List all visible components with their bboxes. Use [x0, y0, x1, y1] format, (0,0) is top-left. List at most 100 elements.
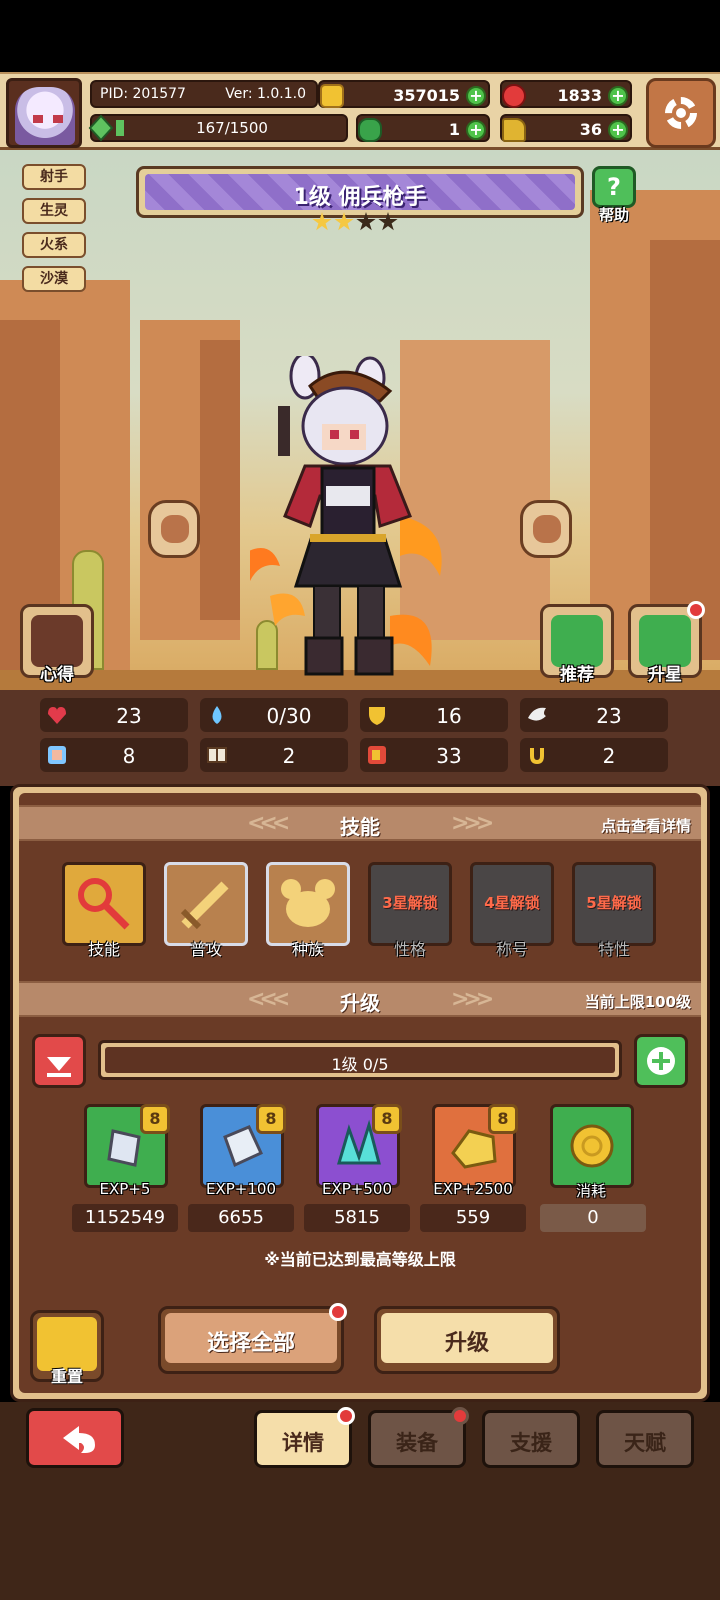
stat-move: 33 — [360, 738, 508, 772]
hero-star-rating — [310, 212, 410, 236]
prev-hero-button[interactable] — [148, 500, 200, 558]
pid-version-bar: PID: 201577 Ver: 1.0.1.0 — [90, 80, 318, 108]
add-boot-button[interactable]: + — [608, 120, 628, 140]
level-cap-hint: 当前上限100级 — [584, 993, 691, 1011]
stat-magic-value: 2 — [282, 744, 296, 768]
heart-icon — [46, 704, 68, 726]
skill-label: 普攻 — [189, 940, 222, 959]
item-count-badge: 8 — [256, 1104, 286, 1134]
add-clover-button[interactable]: + — [466, 120, 486, 140]
tab-equipment[interactable]: 装备 — [368, 1407, 469, 1468]
back-button[interactable] — [26, 1408, 124, 1468]
item-count-badge: 8 — [488, 1104, 518, 1134]
sword-icon — [164, 862, 248, 946]
hero-name: 1级 佣兵枪手 — [293, 185, 427, 210]
down-arrow-icon — [47, 1057, 71, 1077]
clover-counter: 1 + — [356, 114, 490, 142]
stat-speed-value: 23 — [596, 704, 622, 728]
star-empty-icon — [378, 212, 398, 231]
boot-icon — [502, 118, 526, 142]
skills-hint[interactable]: 点击查看详情 — [601, 815, 691, 836]
stat-magic: 2 — [200, 738, 348, 772]
skill-slot-race[interactable]: 种族 — [264, 862, 352, 959]
exp-item-small[interactable]: 8 EXP+5 — [80, 1104, 170, 1212]
stat-attack-value: 8 — [122, 744, 136, 768]
star-icon — [312, 212, 332, 231]
skill-label: 性格 — [393, 940, 426, 959]
tag-region: 沙漠 — [22, 266, 86, 292]
add-gem-button[interactable]: + — [608, 86, 628, 106]
status-bar — [0, 0, 720, 72]
skill-slot-personality[interactable]: 3星解锁 性格 — [366, 862, 454, 959]
reset-label: 重置 — [50, 1367, 83, 1386]
tab-label: 详情 — [282, 1431, 324, 1455]
stat-defense-value: 16 — [436, 704, 462, 728]
item-label: 消耗 — [575, 1182, 606, 1200]
boot-stat-icon — [366, 744, 388, 766]
skill-slot-basic-attack[interactable]: 普攻 — [162, 862, 250, 959]
item-label: EXP+5 — [99, 1180, 151, 1198]
star-up-label: 升星 — [648, 665, 682, 685]
player-id: PID: 201577 — [100, 86, 186, 102]
upgrade-header: <<< 升级 >>> 当前上限100级 — [19, 981, 701, 1017]
fist-icon — [46, 744, 68, 766]
star-empty-icon — [356, 212, 376, 231]
boot-value: 36 — [579, 120, 602, 139]
tab-label: 支援 — [510, 1431, 552, 1455]
star-up-button[interactable]: 升星 — [628, 601, 705, 685]
tab-details[interactable]: 详情 — [254, 1407, 355, 1468]
upgrade-button[interactable]: 升级 — [374, 1306, 560, 1374]
tab-support[interactable]: 支援 — [482, 1410, 580, 1468]
level-up-plus-button[interactable] — [634, 1034, 688, 1088]
skill-slot-title[interactable]: 4星解锁 称号 — [468, 862, 556, 959]
water-drop-icon — [206, 704, 228, 726]
stat-defense: 16 — [360, 698, 508, 732]
item-label: EXP+2500 — [433, 1180, 513, 1198]
recommend-button[interactable]: 推荐 — [540, 604, 614, 685]
gem-value: 1833 — [557, 86, 602, 105]
notification-dot — [451, 1407, 469, 1425]
help-button[interactable]: ? 帮助 — [588, 166, 640, 224]
stat-hp: 23 — [40, 698, 188, 732]
back-arrow-icon — [63, 1426, 95, 1453]
star-icon — [334, 212, 354, 231]
skill-slot-skill[interactable]: 技能 — [60, 862, 148, 959]
next-hero-button[interactable] — [520, 500, 572, 558]
add-gold-button[interactable]: + — [466, 86, 486, 106]
stat-speed: 23 — [520, 698, 668, 732]
level-down-button[interactable] — [32, 1034, 86, 1088]
tab-talent[interactable]: 天赋 — [596, 1410, 694, 1468]
stat-attack: 8 — [40, 738, 188, 772]
left-arrow-icon — [161, 515, 189, 543]
item-count: 559 — [420, 1204, 526, 1232]
unlock-requirement: 4星解锁 — [484, 894, 540, 912]
help-label: 帮助 — [598, 206, 629, 224]
player-avatar[interactable] — [6, 78, 82, 148]
gold-counter: 357015 + — [318, 80, 490, 108]
notes-button[interactable]: 心得 — [20, 604, 94, 685]
exp-item-large[interactable]: 8 EXP+500 — [312, 1104, 402, 1212]
skill-slot-trait[interactable]: 5星解锁 特性 — [570, 862, 658, 959]
reset-button[interactable]: 重置 — [30, 1310, 104, 1386]
boot-counter: 36 + — [500, 114, 632, 142]
tab-label: 天赋 — [624, 1431, 666, 1455]
upgrade-label: 升级 — [444, 1331, 489, 1356]
clover-value: 1 — [448, 120, 460, 139]
gold-value: 357015 — [393, 86, 460, 105]
skill-label: 特性 — [597, 940, 630, 959]
hero-character-sprite[interactable] — [240, 352, 450, 686]
game-version: Ver: 1.0.1.0 — [225, 86, 306, 102]
clover-icon — [358, 118, 382, 142]
stat-luck-value: 2 — [602, 744, 616, 768]
tag-class: 射手 — [22, 164, 86, 190]
exp-item-huge[interactable]: 8 EXP+2500 — [428, 1104, 518, 1212]
exp-item-medium[interactable]: 8 EXP+100 — [196, 1104, 286, 1212]
item-count: 1152549 — [72, 1204, 178, 1232]
select-all-button[interactable]: 选择全部 — [158, 1303, 347, 1374]
notification-dot — [687, 601, 705, 619]
gem-counter: 1833 + — [500, 80, 632, 108]
item-count: 5815 — [304, 1204, 410, 1232]
notification-dot — [329, 1303, 347, 1321]
settings-button[interactable] — [646, 78, 716, 148]
level-progress-bar: 1级 0/5 — [98, 1040, 622, 1080]
